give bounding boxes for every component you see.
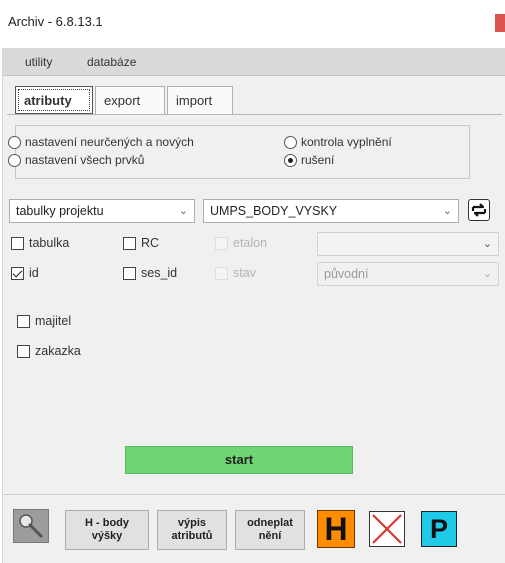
checkbox (123, 236, 136, 250)
p-button[interactable]: P (421, 511, 457, 547)
check-id-label: id (29, 266, 39, 280)
divider (3, 494, 505, 495)
vypis-line2: atributů (171, 530, 213, 542)
h-body-vysky-button[interactable]: H - body výšky (65, 510, 149, 550)
checkbox (11, 236, 24, 250)
tab-atributy[interactable]: atributy (15, 86, 93, 114)
radio-dot (8, 135, 21, 149)
cross-icon (372, 514, 402, 544)
check-stav[interactable]: stav (215, 266, 256, 280)
stav-select-value: původní (324, 267, 369, 281)
table-select-value: UMPS_BODY_VYSKY (210, 204, 338, 218)
check-zakazka-label: zakazka (35, 344, 81, 358)
magnifier-icon (19, 514, 43, 538)
check-etalon[interactable]: etalon (215, 236, 267, 250)
check-rc-label: RC (141, 236, 160, 250)
checkbox (215, 266, 228, 280)
window-title: Archiv - 6.8.13.1 (8, 14, 103, 29)
source-select[interactable]: tabulky projektu ⌄ (9, 199, 195, 223)
swap-icon (471, 203, 487, 217)
check-majitel-label: majitel (35, 314, 72, 328)
check-zakazka[interactable]: zakazka (17, 344, 81, 358)
checkbox-checked (11, 266, 24, 280)
cancel-x-button[interactable] (369, 511, 405, 547)
chevron-down-icon: ⌄ (178, 205, 188, 217)
table-select[interactable]: UMPS_BODY_VYSKY ⌄ (203, 199, 459, 223)
etalon-select[interactable]: ⌄ (317, 232, 499, 256)
stav-select[interactable]: původní ⌄ (317, 262, 499, 286)
check-tabulka-label: tabulka (29, 236, 70, 250)
checkbox (123, 266, 136, 280)
tab-import[interactable]: import (167, 86, 233, 114)
radio-dot-selected (284, 153, 297, 167)
radio-neurcene-label: nastavení neurčených a nových (25, 135, 194, 149)
check-ses-id[interactable]: ses_id (123, 266, 177, 280)
radio-dot (8, 153, 21, 167)
radio-ruseni[interactable]: rušení (284, 153, 334, 167)
check-etalon-label: etalon (233, 236, 268, 250)
chevron-down-icon: ⌄ (442, 205, 452, 217)
menu-bar: utility databáze (3, 48, 505, 76)
start-button[interactable]: start (125, 446, 353, 474)
vypis-line1: výpis (177, 517, 207, 529)
mode-radio-group: nastavení neurčených a nových nastavení … (8, 125, 470, 179)
check-ses-id-label: ses_id (141, 266, 178, 280)
title-bar: Archiv - 6.8.13.1 (0, 0, 505, 44)
check-id[interactable]: id (11, 266, 39, 280)
checkbox (17, 344, 30, 358)
app-window: utility databáze atributy export import … (2, 48, 505, 563)
radio-dot (284, 135, 297, 149)
close-button[interactable] (495, 14, 505, 32)
chevron-down-icon: ⌄ (482, 238, 492, 250)
radio-vsechny-label: nastavení všech prvků (25, 153, 145, 167)
radio-kontrola-label: kontrola vyplnění (301, 135, 392, 149)
odneplat-line1: odneplat (247, 517, 293, 529)
tab-strip: atributy export import (15, 86, 495, 114)
check-stav-label: stav (233, 266, 256, 280)
swap-button[interactable] (468, 199, 490, 221)
source-select-value: tabulky projektu (16, 204, 104, 218)
menu-utility[interactable]: utility (25, 55, 52, 69)
h-body-line1: H - body (85, 517, 129, 529)
radio-vsechny[interactable]: nastavení všech prvků (8, 153, 144, 167)
chevron-down-icon: ⌄ (482, 268, 492, 280)
h-button[interactable]: H (317, 510, 355, 548)
radio-kontrola[interactable]: kontrola vyplnění (284, 135, 392, 149)
check-tabulka[interactable]: tabulka (11, 236, 69, 250)
tab-export[interactable]: export (95, 86, 165, 114)
odneplat-line2: nění (258, 530, 282, 542)
zoom-button[interactable] (13, 509, 49, 543)
vypis-atributu-button[interactable]: výpis atributů (157, 510, 227, 550)
checkbox (215, 236, 228, 250)
radio-ruseni-label: rušení (301, 153, 335, 167)
h-body-line2: výšky (91, 530, 123, 542)
check-rc[interactable]: RC (123, 236, 159, 250)
menu-databaze[interactable]: databáze (87, 55, 136, 69)
check-majitel[interactable]: majitel (17, 314, 71, 328)
checkbox (17, 314, 30, 328)
radio-neurcene[interactable]: nastavení neurčených a nových (8, 135, 194, 149)
odneplatneni-button[interactable]: odneplat nění (235, 510, 305, 550)
